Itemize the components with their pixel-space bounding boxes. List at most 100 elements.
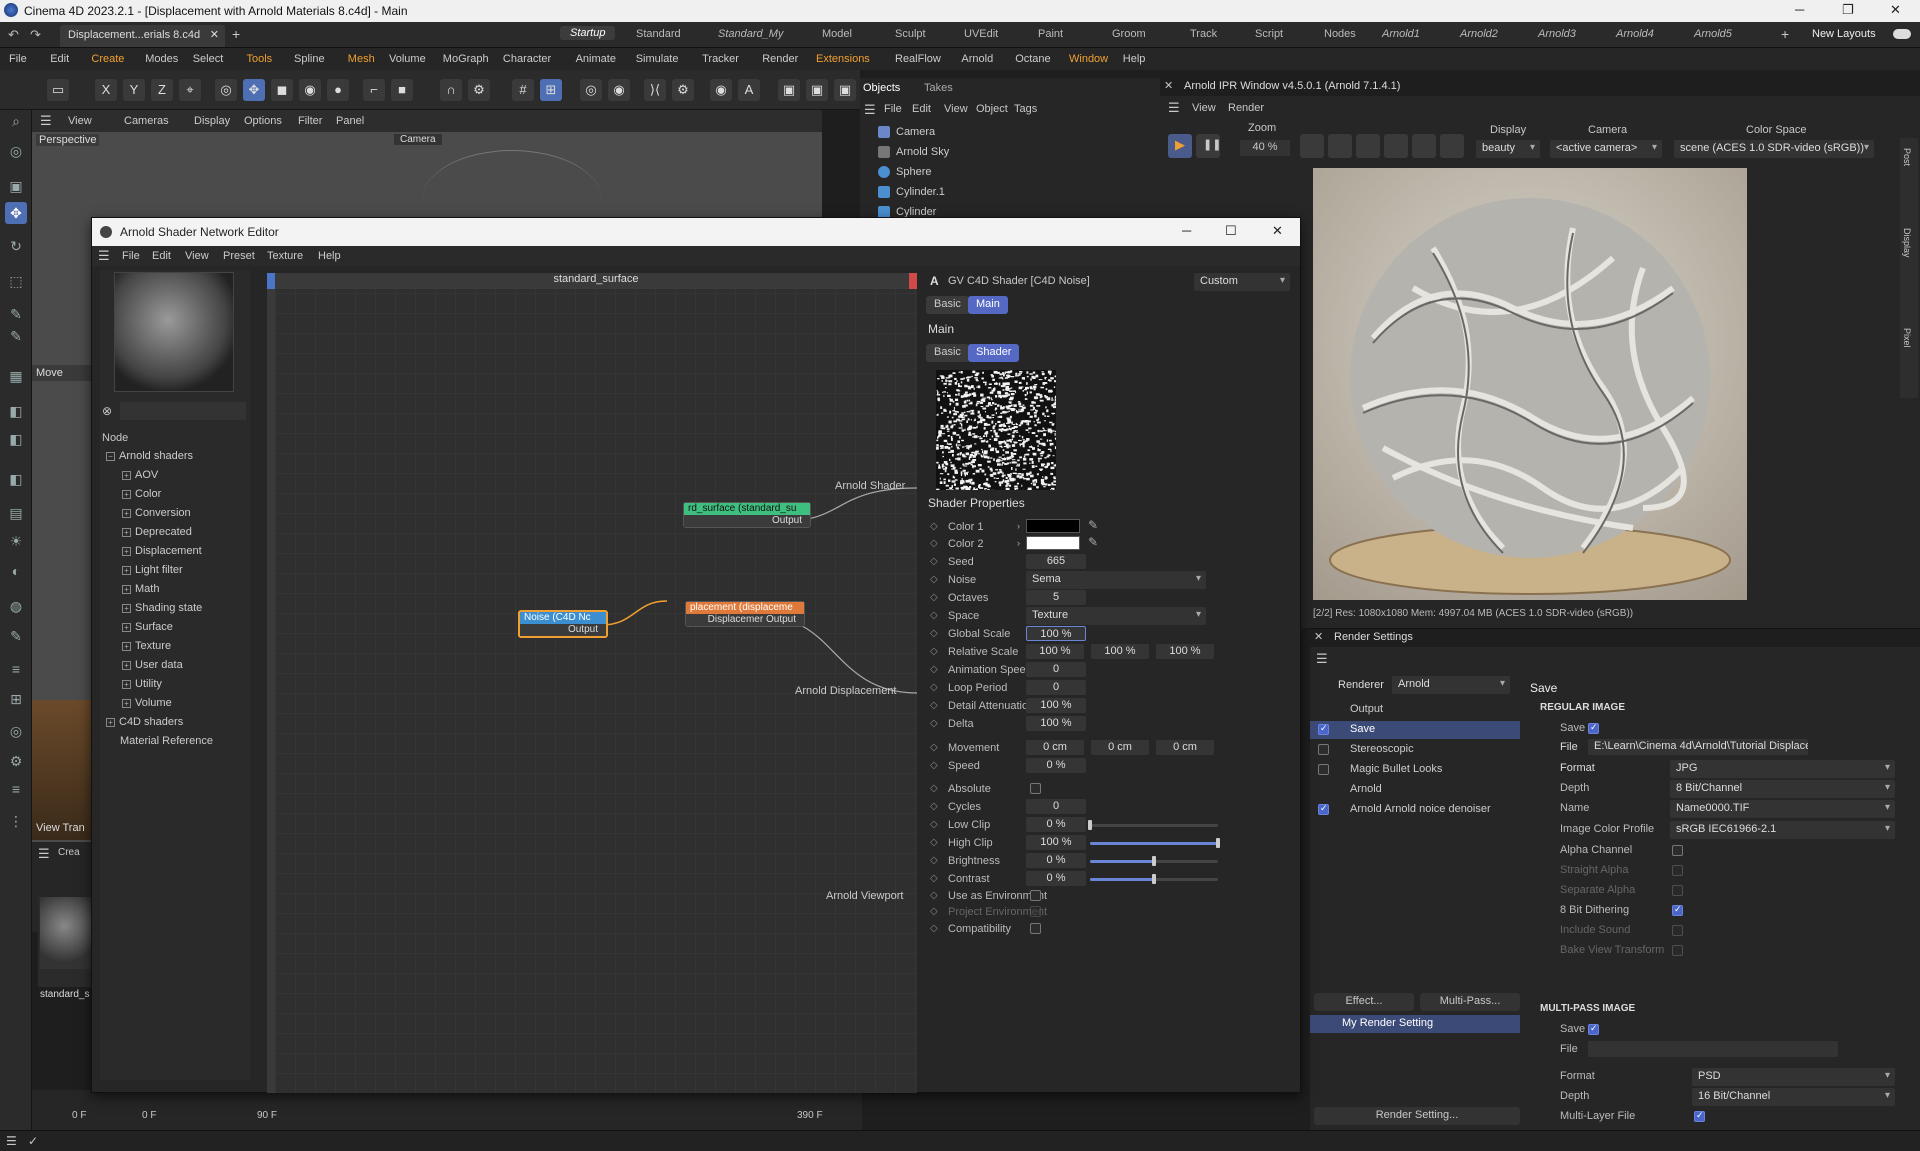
slider-handle[interactable] (1152, 856, 1156, 866)
keyframe-diamond-icon[interactable]: ◇ (930, 682, 938, 693)
paint-icon[interactable]: ▦ (5, 365, 27, 387)
name-dropdown[interactable]: Name0000.TIF (1670, 800, 1895, 818)
target-icon[interactable]: ◎ (5, 720, 27, 742)
y-axis-icon[interactable]: Y (123, 79, 145, 101)
tab-objects[interactable]: Objects (863, 82, 900, 94)
value-field[interactable]: 100 % (1026, 698, 1086, 713)
tree-arnold-shaders[interactable]: − Arnold shaders (106, 450, 193, 462)
play-button[interactable]: ▶ (1168, 134, 1192, 158)
keyframe-diamond-icon[interactable]: ◇ (930, 574, 938, 585)
brush-icon[interactable]: ✎ (5, 625, 27, 647)
expand-icon[interactable]: + (122, 698, 131, 708)
maximize-icon[interactable]: ☐ (1225, 223, 1237, 239)
objects-menu-tags[interactable]: Tags (1014, 103, 1037, 115)
grid-snap-icon[interactable]: ⊞ (540, 79, 562, 101)
color-swatch[interactable] (1026, 536, 1080, 550)
circle-icon[interactable]: ◎ (580, 79, 602, 101)
eyedropper-icon[interactable]: ✎ (1088, 518, 1098, 532)
keyframe-diamond-icon[interactable]: ◇ (930, 700, 938, 711)
tree-deprecated[interactable]: + Deprecated (122, 526, 192, 538)
menu-tools[interactable]: Tools (247, 53, 273, 65)
subtab-shader[interactable]: Shader (968, 344, 1020, 362)
tree-displacement[interactable]: + Displacement (122, 545, 202, 557)
menu-tracker[interactable]: Tracker (702, 53, 739, 65)
value-field[interactable]: 0 (1026, 662, 1086, 677)
tab-layout-arnold3[interactable]: Arnold3 (1538, 28, 1576, 40)
display-dropdown[interactable]: beauty (1476, 140, 1540, 158)
eyedropper-icon[interactable]: ✎ (1088, 535, 1098, 549)
editor-menu-preset[interactable]: Preset (223, 250, 255, 262)
menu-edit[interactable]: Edit (50, 53, 69, 65)
slider[interactable] (1090, 838, 1220, 848)
hamburger-icon[interactable]: ☰ (864, 102, 876, 118)
keyframe-diamond-icon[interactable]: ◇ (930, 906, 938, 917)
renderer-dropdown[interactable]: Arnold (1392, 676, 1510, 694)
keyframe-diamond-icon[interactable]: ◇ (930, 760, 938, 771)
expand-icon[interactable]: + (122, 565, 131, 575)
menu-modes[interactable]: Modes (145, 53, 178, 65)
layout-toggle[interactable] (1893, 29, 1911, 39)
menu-extensions[interactable]: Extensions (816, 53, 870, 65)
object-row[interactable]: Cylinder.1 (868, 183, 1158, 203)
sun-icon[interactable]: ☀ (5, 530, 27, 552)
tab-layout-track[interactable]: Track (1190, 28, 1217, 40)
tree-volume[interactable]: + Volume (122, 697, 172, 709)
expand-icon[interactable]: + (106, 717, 115, 727)
checkbox[interactable] (1030, 783, 1041, 794)
straight-alpha-checkbox[interactable] (1672, 865, 1683, 876)
hamburger-icon[interactable]: ☰ (6, 1134, 17, 1148)
subtab-basic[interactable]: Basic (926, 344, 969, 362)
value-field[interactable]: 0 % (1026, 758, 1086, 773)
menu-mograph[interactable]: MoGraph (443, 53, 489, 65)
keyframe-diamond-icon[interactable]: ◇ (930, 837, 938, 848)
tree-conversion[interactable]: + Conversion (122, 507, 191, 519)
scale-icon[interactable]: ⬚ (5, 270, 27, 292)
keyframe-diamond-icon[interactable]: ◇ (930, 521, 938, 532)
tab-layout-paint[interactable]: Paint (1038, 28, 1063, 40)
format-dropdown[interactable]: JPG (1670, 760, 1895, 778)
value-field[interactable]: 0 % (1026, 871, 1086, 886)
material-create-menu[interactable]: Crea (58, 847, 80, 858)
objects-menu-edit[interactable]: Edit (912, 103, 931, 115)
tree-surface[interactable]: + Surface (122, 621, 173, 633)
pen-icon[interactable]: ✎ (5, 303, 27, 325)
viewport-menu-options[interactable]: Options (244, 115, 282, 127)
cube-icon[interactable]: ◧ (5, 428, 27, 450)
standard-surface-node[interactable]: rd_surface (standard_su Output (683, 502, 811, 528)
collapse-icon[interactable]: − (106, 451, 115, 461)
move-icon[interactable]: ✥ (5, 202, 27, 224)
tree-utility[interactable]: + Utility (122, 678, 162, 690)
square-icon[interactable]: ■ (391, 79, 413, 101)
checkbox[interactable] (1030, 906, 1041, 917)
search-icon[interactable]: ⌕ (5, 110, 27, 132)
dropdown[interactable]: Texture (1026, 607, 1206, 625)
viewport-menu-display[interactable]: Display (194, 115, 230, 127)
expand-arrow-icon[interactable]: › (1017, 521, 1020, 531)
tab-layout-startup[interactable]: Startup (560, 26, 616, 40)
object-row[interactable]: Arnold Sky (868, 143, 1158, 163)
keyframe-diamond-icon[interactable]: ◇ (930, 628, 938, 639)
editor-menu-help[interactable]: Help (318, 250, 341, 262)
tree-c4d-shaders[interactable]: + C4D shaders (106, 716, 183, 728)
expand-icon[interactable]: + (122, 603, 131, 613)
save-checkbox[interactable] (1588, 722, 1599, 734)
separate-alpha-checkbox[interactable] (1672, 885, 1683, 896)
tab-layout-uvedit[interactable]: UVEdit (964, 28, 998, 40)
menu-animate[interactable]: Animate (576, 53, 616, 65)
side-tab-display[interactable]: Display (1902, 228, 1912, 258)
menu-character[interactable]: Character (503, 53, 551, 65)
menu-select[interactable]: Select (193, 53, 224, 65)
tab-layout-arnold1[interactable]: Arnold1 (1382, 28, 1420, 40)
expand-icon[interactable]: + (122, 470, 131, 480)
tab-layout-sculpt[interactable]: Sculpt (895, 28, 926, 40)
tab-takes[interactable]: Takes (924, 82, 953, 94)
mp-depth-dropdown[interactable]: 16 Bit/Channel (1692, 1088, 1895, 1106)
new-layouts-label[interactable]: New Layouts (1812, 28, 1876, 40)
tree-color[interactable]: + Color (122, 488, 161, 500)
node-output-port[interactable]: Output (684, 515, 810, 527)
node-graph[interactable]: standard_surface rd_surface (standard_su… (267, 273, 917, 1093)
menu-window[interactable]: Window (1069, 53, 1108, 65)
grid-icon[interactable]: ⊞ (5, 688, 27, 710)
light-icon[interactable]: ◐ (5, 560, 27, 582)
tab-layout-arnold2[interactable]: Arnold2 (1460, 28, 1498, 40)
